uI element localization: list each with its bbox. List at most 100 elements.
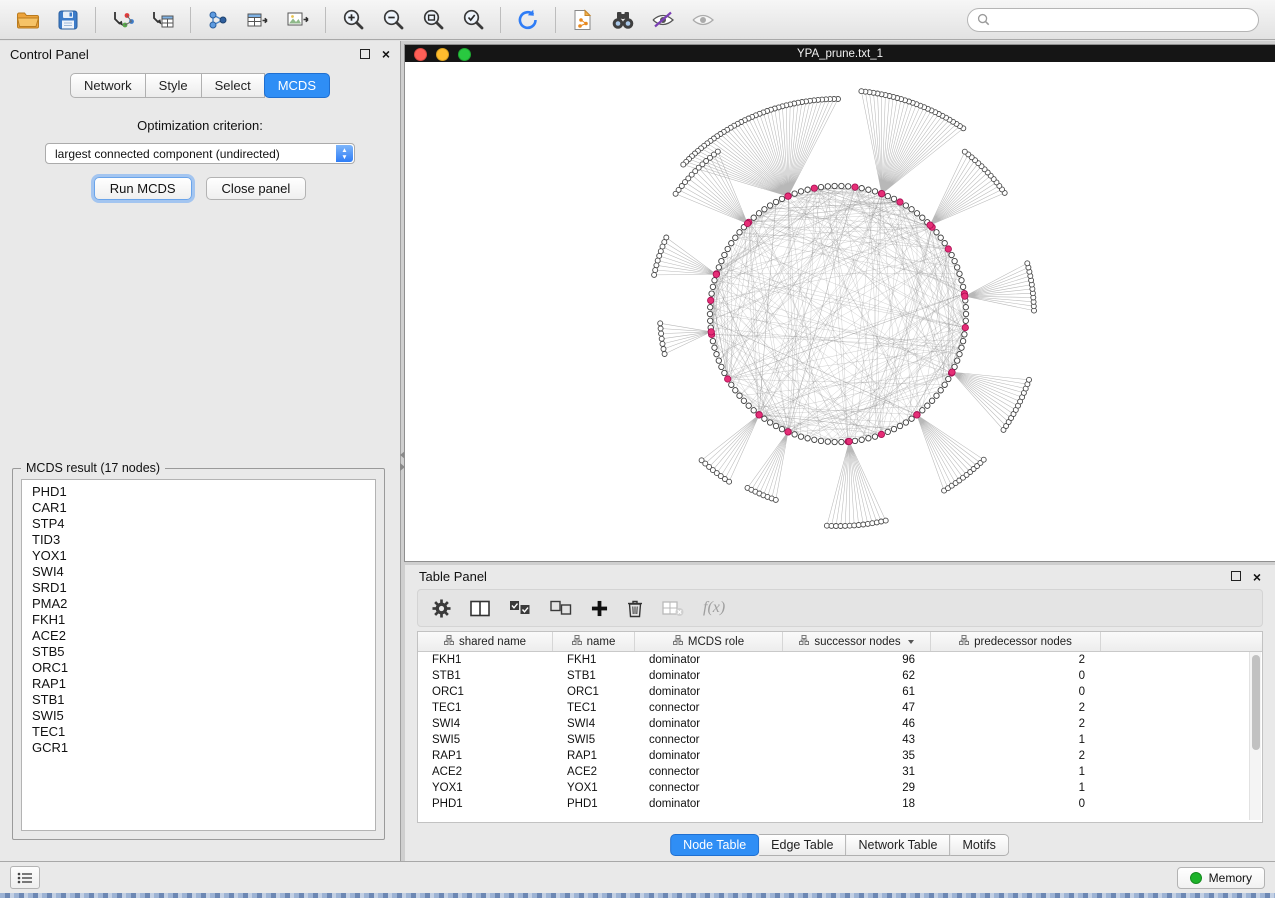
graph-node[interactable] bbox=[798, 434, 803, 439]
cell-predecessor-nodes[interactable]: 2 bbox=[931, 716, 1101, 732]
add-column-button[interactable] bbox=[591, 600, 608, 617]
graph-node[interactable] bbox=[897, 423, 902, 428]
graph-node[interactable] bbox=[925, 403, 930, 408]
search-input[interactable] bbox=[996, 12, 1249, 28]
graph-node[interactable] bbox=[737, 230, 742, 235]
graph-node[interactable] bbox=[746, 403, 751, 408]
close-window-button[interactable] bbox=[414, 48, 427, 61]
graph-node[interactable] bbox=[929, 398, 934, 403]
deselect-all-button[interactable] bbox=[550, 600, 572, 616]
zoom-in-button[interactable] bbox=[335, 4, 371, 36]
memory-button[interactable]: Memory bbox=[1177, 867, 1265, 889]
graph-dominator-node[interactable] bbox=[846, 438, 852, 444]
graph-node[interactable] bbox=[725, 246, 730, 251]
graph-node[interactable] bbox=[762, 207, 767, 212]
graph-node[interactable] bbox=[952, 258, 957, 263]
cell-MCDS-role[interactable]: dominator bbox=[635, 716, 783, 732]
graph-node[interactable] bbox=[885, 193, 890, 198]
graph-node[interactable] bbox=[934, 230, 939, 235]
graph-node[interactable] bbox=[959, 345, 964, 350]
mcds-result-item[interactable]: TID3 bbox=[32, 532, 375, 548]
zoom-out-button[interactable] bbox=[375, 4, 411, 36]
graph-node[interactable] bbox=[812, 437, 817, 442]
graph-leaf-node[interactable] bbox=[962, 149, 967, 154]
cell-MCDS-role[interactable]: connector bbox=[635, 780, 783, 796]
tab-network-table[interactable]: Network Table bbox=[847, 834, 951, 856]
graph-node[interactable] bbox=[872, 189, 877, 194]
graph-dominator-node[interactable] bbox=[708, 297, 714, 303]
import-network-button[interactable] bbox=[105, 4, 141, 36]
cell-name[interactable]: ACE2 bbox=[553, 764, 635, 780]
graph-dominator-node[interactable] bbox=[756, 412, 762, 418]
graph-node[interactable] bbox=[805, 187, 810, 192]
cell-shared-name[interactable]: ORC1 bbox=[418, 684, 553, 700]
cell-name[interactable]: FKH1 bbox=[553, 652, 635, 668]
graph-leaf-node[interactable] bbox=[681, 162, 686, 167]
tab-mcds[interactable]: MCDS bbox=[264, 73, 330, 98]
column-header-name[interactable]: name bbox=[553, 632, 635, 651]
table-row[interactable]: ACE2ACE2connector311 bbox=[418, 764, 1262, 780]
table-row[interactable]: SWI4SWI4dominator462 bbox=[418, 716, 1262, 732]
graph-node[interactable] bbox=[832, 183, 837, 188]
cell-successor-nodes[interactable]: 29 bbox=[783, 780, 931, 796]
new-network-button[interactable] bbox=[200, 4, 236, 36]
float-panel-button[interactable] bbox=[360, 47, 370, 62]
zoom-selected-button[interactable] bbox=[455, 4, 491, 36]
table-row[interactable]: YOX1YOX1connector291 bbox=[418, 780, 1262, 796]
cell-name[interactable]: RAP1 bbox=[553, 748, 635, 764]
cell-MCDS-role[interactable]: connector bbox=[635, 764, 783, 780]
run-mcds-button[interactable]: Run MCDS bbox=[94, 177, 192, 200]
graph-node[interactable] bbox=[818, 438, 823, 443]
graph-node[interactable] bbox=[722, 252, 727, 257]
mcds-result-item[interactable]: STB5 bbox=[32, 644, 375, 660]
graph-dominator-node[interactable] bbox=[914, 412, 920, 418]
share-document-button[interactable] bbox=[565, 4, 601, 36]
cell-shared-name[interactable]: STB1 bbox=[418, 668, 553, 684]
tab-select[interactable]: Select bbox=[202, 73, 265, 98]
graph-leaf-node[interactable] bbox=[652, 272, 657, 277]
mcds-result-item[interactable]: GCR1 bbox=[32, 740, 375, 756]
cell-shared-name[interactable]: TEC1 bbox=[418, 700, 553, 716]
cell-MCDS-role[interactable]: connector bbox=[635, 732, 783, 748]
close-table-panel-icon[interactable]: × bbox=[1253, 572, 1261, 582]
close-panel-icon[interactable]: × bbox=[382, 49, 390, 59]
graph-node[interactable] bbox=[773, 199, 778, 204]
graph-leaf-node[interactable] bbox=[658, 249, 663, 254]
show-all-button[interactable] bbox=[685, 4, 721, 36]
graph-node[interactable] bbox=[938, 388, 943, 393]
cell-name[interactable]: TEC1 bbox=[553, 700, 635, 716]
graph-leaf-node[interactable] bbox=[658, 321, 663, 326]
graph-node[interactable] bbox=[909, 416, 914, 421]
cell-predecessor-nodes[interactable]: 0 bbox=[931, 684, 1101, 700]
mcds-result-item[interactable]: TEC1 bbox=[32, 724, 375, 740]
table-row[interactable]: FKH1FKH1dominator962 bbox=[418, 652, 1262, 668]
minimize-window-button[interactable] bbox=[436, 48, 449, 61]
cell-shared-name[interactable]: FKH1 bbox=[418, 652, 553, 668]
graph-node[interactable] bbox=[839, 183, 844, 188]
graph-dominator-node[interactable] bbox=[785, 193, 791, 199]
graph-node[interactable] bbox=[963, 311, 968, 316]
export-image-button[interactable] bbox=[280, 4, 316, 36]
graph-node[interactable] bbox=[792, 191, 797, 196]
cell-MCDS-role[interactable]: dominator bbox=[635, 668, 783, 684]
graph-node[interactable] bbox=[798, 189, 803, 194]
graph-node[interactable] bbox=[716, 358, 721, 363]
cell-successor-nodes[interactable]: 96 bbox=[783, 652, 931, 668]
graph-node[interactable] bbox=[818, 184, 823, 189]
graph-node[interactable] bbox=[708, 305, 713, 310]
graph-node[interactable] bbox=[767, 203, 772, 208]
export-table-button[interactable] bbox=[240, 4, 276, 36]
graph-dominator-node[interactable] bbox=[725, 376, 731, 382]
graph-node[interactable] bbox=[852, 438, 857, 443]
table-row[interactable]: ORC1ORC1dominator610 bbox=[418, 684, 1262, 700]
graph-node[interactable] bbox=[779, 426, 784, 431]
graph-node[interactable] bbox=[960, 284, 965, 289]
graph-leaf-node[interactable] bbox=[659, 336, 664, 341]
graph-node[interactable] bbox=[733, 235, 738, 240]
tab-edge-table[interactable]: Edge Table bbox=[759, 834, 846, 856]
mcds-result-item[interactable]: RAP1 bbox=[32, 676, 375, 692]
graph-dominator-node[interactable] bbox=[962, 324, 968, 330]
table-row[interactable]: STB1STB1dominator620 bbox=[418, 668, 1262, 684]
mcds-result-item[interactable]: PHD1 bbox=[32, 484, 375, 500]
graph-node[interactable] bbox=[891, 196, 896, 201]
